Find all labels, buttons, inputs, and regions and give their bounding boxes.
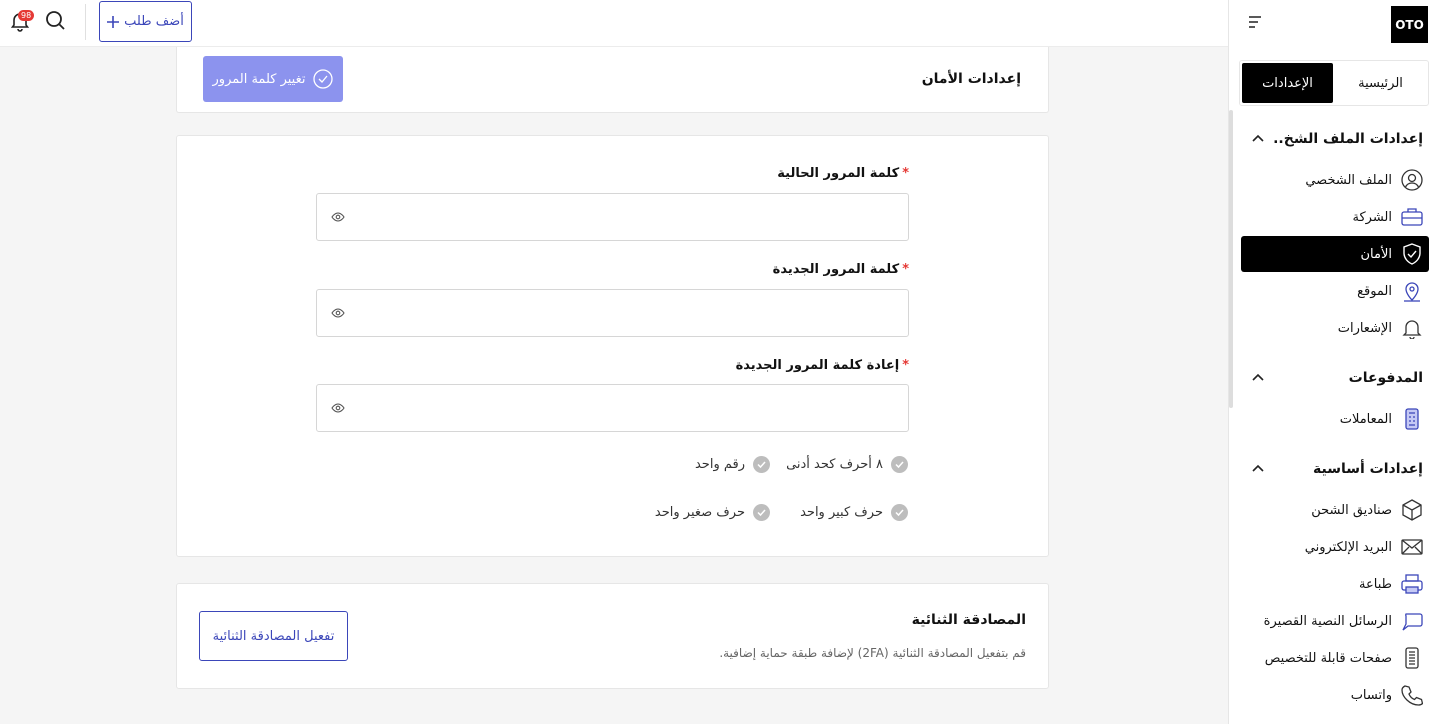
two-factor-description: قم بتفعيل المصادقة الثنائية (2FA) لإضافة… xyxy=(719,646,1026,660)
current-password-label: *كلمة المرور الحالية xyxy=(777,166,909,181)
location-pin-icon xyxy=(1401,280,1423,302)
eye-icon[interactable] xyxy=(331,401,345,415)
add-order-button[interactable]: أضف طلب xyxy=(99,1,192,42)
sidebar-item-label: الموقع xyxy=(1357,283,1392,299)
required-mark: * xyxy=(902,262,909,277)
sidebar-item-label: الشركة xyxy=(1352,209,1392,225)
rule-text: حرف كبير واحد xyxy=(800,505,883,520)
section-title: إعدادات الملف الشخ.. xyxy=(1273,131,1423,147)
sidebar-scrollbar[interactable] xyxy=(1229,110,1233,408)
sidebar-item-custom-pages[interactable]: صفحات قابلة للتخصيص xyxy=(1241,640,1429,676)
required-mark: * xyxy=(902,358,909,373)
notification-badge: 98 xyxy=(18,10,35,21)
sidebar-item-label: صناديق الشحن xyxy=(1311,502,1392,518)
change-password-label: تغيير كلمة المرور xyxy=(212,71,306,87)
tab-home[interactable]: الرئيسية xyxy=(1335,63,1426,103)
confirm-password-label: *إعادة كلمة المرور الجديدة xyxy=(736,358,909,373)
section-title: إعدادات أساسية xyxy=(1313,461,1423,477)
menu-toggle-icon[interactable] xyxy=(1247,14,1263,30)
sidebar-item-sms[interactable]: الرسائل النصية القصيرة xyxy=(1241,603,1429,639)
oto-logo[interactable]: OTO xyxy=(1391,6,1428,43)
rule-text: ٨ أحرف كحد أدنى xyxy=(786,457,883,472)
new-password-label: *كلمة المرور الجديدة xyxy=(773,262,909,277)
shield-icon xyxy=(1401,243,1423,265)
plus-icon xyxy=(107,15,120,28)
sidebar-item-label: واتساب xyxy=(1350,687,1392,703)
check-icon xyxy=(891,456,908,473)
user-icon xyxy=(1401,169,1423,191)
printer-icon xyxy=(1401,573,1423,595)
chevron-up-icon xyxy=(1252,464,1264,472)
new-password-input[interactable] xyxy=(316,289,909,337)
sidebar-item-email[interactable]: البريد الإلكتروني xyxy=(1241,529,1429,565)
bell-icon xyxy=(1401,317,1423,339)
label-text: كلمة المرور الجديدة xyxy=(772,262,900,277)
section-basic-settings[interactable]: إعدادات أساسية xyxy=(1251,458,1423,480)
sidebar-item-label: طباعة xyxy=(1359,576,1392,592)
section-payments[interactable]: المدفوعات xyxy=(1251,367,1423,389)
top-bar: 98 أضف طلب xyxy=(0,0,1228,47)
sidebar-item-label: البريد الإلكتروني xyxy=(1304,539,1392,555)
section-title: المدفوعات xyxy=(1348,370,1423,386)
check-icon xyxy=(753,504,770,521)
confirm-password-input[interactable] xyxy=(316,384,909,432)
briefcase-icon xyxy=(1401,206,1423,228)
chevron-up-icon xyxy=(1252,373,1264,381)
rule-one-number: رقم واحد xyxy=(695,456,770,473)
two-factor-title: المصادقة الثنائية xyxy=(911,612,1026,628)
add-order-label: أضف طلب xyxy=(124,14,184,29)
sidebar-item-shipping-boxes[interactable]: صناديق الشحن xyxy=(1241,492,1429,528)
mail-icon xyxy=(1401,536,1423,558)
sidebar-item-location[interactable]: الموقع xyxy=(1241,273,1429,309)
section-profile-settings[interactable]: إعدادات الملف الشخ.. xyxy=(1251,128,1423,150)
divider xyxy=(85,4,86,40)
change-password-button[interactable]: تغيير كلمة المرور xyxy=(203,56,343,102)
sidebar-item-notifications[interactable]: الإشعارات xyxy=(1241,310,1429,346)
page-title: إعدادات الأمان xyxy=(921,71,1021,87)
rule-text: حرف صغير واحد xyxy=(654,505,745,520)
label-text: إعادة كلمة المرور الجديدة xyxy=(735,358,900,373)
sidebar-item-printing[interactable]: طباعة xyxy=(1241,566,1429,602)
chevron-up-icon xyxy=(1252,134,1264,142)
search-icon[interactable] xyxy=(43,8,67,32)
eye-icon[interactable] xyxy=(331,306,345,320)
sidebar-tabs: الإعدادات الرئيسية xyxy=(1239,60,1429,106)
rule-min-length: ٨ أحرف كحد أدنى xyxy=(786,456,908,473)
required-mark: * xyxy=(902,166,909,181)
rule-one-lowercase: حرف صغير واحد xyxy=(655,504,770,521)
current-password-input[interactable] xyxy=(316,193,909,241)
check-icon xyxy=(891,504,908,521)
sidebar-item-label: المعاملات xyxy=(1339,411,1392,427)
label-text: كلمة المرور الحالية xyxy=(777,166,900,181)
phone-icon xyxy=(1401,684,1423,706)
page-icon xyxy=(1401,647,1423,669)
enable-2fa-button[interactable]: تفعيل المصادقة الثنائية xyxy=(199,611,348,661)
password-form: *كلمة المرور الحالية *كلمة المرور الجديد… xyxy=(176,135,1049,557)
sidebar-item-label: الرسائل النصية القصيرة xyxy=(1263,613,1392,629)
sidebar-item-label: الملف الشخصي xyxy=(1305,172,1392,188)
sidebar-item-company[interactable]: الشركة xyxy=(1241,199,1429,235)
check-circle-icon xyxy=(313,69,334,89)
rule-text: رقم واحد xyxy=(694,457,745,472)
sidebar-item-transactions[interactable]: المعاملات xyxy=(1241,401,1429,437)
two-factor-card: المصادقة الثنائية قم بتفعيل المصادقة الث… xyxy=(176,583,1049,689)
eye-icon[interactable] xyxy=(331,210,345,224)
check-icon xyxy=(753,456,770,473)
sidebar-item-whatsapp[interactable]: واتساب xyxy=(1241,677,1429,713)
sidebar-item-security[interactable]: الأمان xyxy=(1241,236,1429,272)
sidebar-item-profile[interactable]: الملف الشخصي xyxy=(1241,162,1429,198)
sidebar-item-label: الأمان xyxy=(1360,246,1393,262)
box-icon xyxy=(1401,499,1423,521)
rule-one-uppercase: حرف كبير واحد xyxy=(800,504,908,521)
sidebar: OTO الإعدادات الرئيسية إعدادات الملف الش… xyxy=(1228,0,1436,724)
message-icon xyxy=(1401,610,1423,632)
transactions-icon xyxy=(1401,408,1423,430)
security-header: إعدادات الأمان تغيير كلمة المرور xyxy=(176,47,1049,113)
sidebar-item-label: الإشعارات xyxy=(1337,320,1392,336)
sidebar-item-label: صفحات قابلة للتخصيص xyxy=(1264,650,1392,666)
tab-settings[interactable]: الإعدادات xyxy=(1242,63,1333,103)
